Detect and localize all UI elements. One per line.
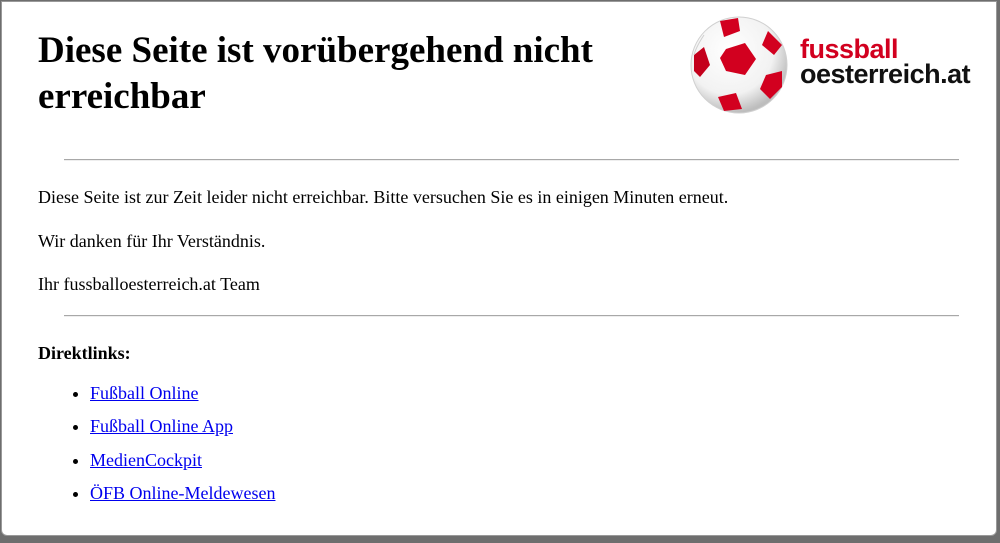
message-unavailable: Diese Seite ist zur Zeit leider nicht er… — [38, 187, 729, 207]
divider-top — [64, 159, 959, 161]
direct-links-list: Fußball Online Fußball Online App Medien… — [38, 382, 275, 515]
link-fussball-online[interactable]: Fußball Online — [90, 383, 199, 403]
list-item: Fußball Online — [90, 382, 275, 404]
link-fussball-online-app[interactable]: Fußball Online App — [90, 416, 233, 436]
list-item: MedienCockpit — [90, 449, 275, 471]
message-thanks: Wir danken für Ihr Verständnis. — [38, 231, 266, 251]
page-content: Diese Seite ist vorübergehend nicht erre… — [1, 1, 997, 536]
soccer-ball-icon — [690, 16, 788, 114]
direct-links-heading: Direktlinks: — [38, 343, 131, 363]
logo-wordmark: fussball oesterreich.at — [800, 36, 971, 89]
logo-text-oesterreich: oesterreich.at — [800, 59, 971, 89]
link-oefb-online-meldewesen[interactable]: ÖFB Online-Meldewesen — [90, 483, 275, 503]
list-item: Fußball Online App — [90, 415, 275, 437]
message-signature: Ihr fussballoesterreich.at Team — [38, 274, 260, 294]
link-mediencockpit[interactable]: MedienCockpit — [90, 450, 202, 470]
list-item: ÖFB Online-Meldewesen — [90, 482, 275, 504]
divider-bottom — [64, 315, 959, 317]
fussballoesterreich-logo[interactable]: fussball oesterreich.at — [690, 13, 990, 117]
page-title: Diese Seite ist vorübergehend nicht erre… — [38, 30, 593, 117]
